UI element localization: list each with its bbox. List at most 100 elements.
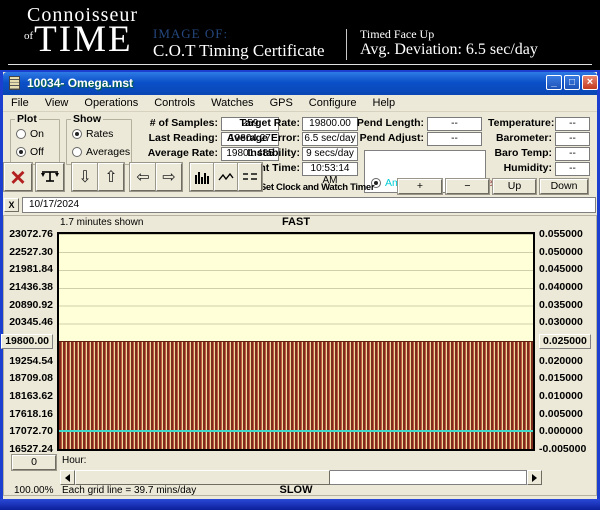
right-tick: 0.040000: [539, 281, 583, 293]
banner-divider: [346, 29, 347, 60]
left-tick: 19254.54: [9, 355, 53, 367]
menu-watches[interactable]: Watches: [203, 97, 261, 109]
menu-gps[interactable]: GPS: [262, 97, 301, 109]
baro-temp-value: --: [555, 147, 590, 161]
right-tick: 0.010000: [539, 390, 583, 402]
plot-on-label: On: [30, 128, 44, 140]
left-axis: 23072.76 22527.30 21981.84 21436.38 2089…: [6, 228, 53, 455]
hour-value-box: 0: [12, 455, 56, 470]
screen: Connoisseur of TIME IMAGE OF: C.O.T Timi…: [0, 0, 600, 510]
window-title: 10034- Omega.mst: [27, 76, 133, 90]
show-averages-radio-circle[interactable]: [72, 147, 82, 157]
menu-controls[interactable]: Controls: [146, 97, 203, 109]
target-rate-value: 19800.00: [302, 117, 358, 131]
window-border-bottom: [0, 499, 600, 510]
target-rate-tick-button[interactable]: 19800.00: [1, 334, 53, 349]
current-time-value: 10:53:14 AM: [302, 162, 358, 176]
banner-rule: [8, 64, 592, 65]
baro-temp-label: Baro Temp:: [488, 147, 552, 160]
line-view-button[interactable]: [214, 163, 238, 191]
minus-button[interactable]: −: [446, 179, 489, 194]
instability-label: Instability:: [226, 147, 300, 160]
menu-bar: File View Operations Controls Watches GP…: [3, 95, 597, 112]
scrollbar-right-button[interactable]: [527, 470, 542, 485]
right-tick: 0.050000: [539, 246, 583, 258]
show-rates-radio-circle[interactable]: [72, 129, 82, 139]
avg-deviation: Avg. Deviation: 6.5 sec/day: [360, 41, 538, 59]
right-tick: 0.000000: [539, 425, 583, 437]
left-tick: 21981.84: [9, 263, 53, 275]
dashes-view-button[interactable]: [238, 163, 262, 191]
humidity-value: --: [555, 162, 590, 176]
plot-off-radio-circle[interactable]: [16, 147, 26, 157]
barometer-label: Barometer:: [488, 132, 552, 145]
tab-close-button[interactable]: X: [4, 198, 19, 212]
chart-scrollbar-thumb[interactable]: [75, 470, 330, 485]
dashed-lines-icon: [242, 169, 258, 185]
logo-time-row: of TIME: [24, 22, 133, 58]
right-tick: 0.030000: [539, 316, 583, 328]
balance-button[interactable]: [36, 163, 64, 191]
left-tick: 23072.76: [9, 228, 53, 240]
zigzag-line-icon: [218, 169, 234, 185]
certificate-banner: Connoisseur of TIME IMAGE OF: C.O.T Timi…: [0, 0, 600, 70]
left-tick: 20890.92: [9, 299, 53, 311]
temperature-value: --: [555, 117, 590, 131]
balance-scale-icon: [40, 168, 60, 186]
left-tick: 18163.62: [9, 390, 53, 402]
histogram-view-button[interactable]: [190, 163, 214, 191]
image-of-label: IMAGE OF:: [153, 26, 228, 42]
right-tick: 0.015000: [539, 372, 583, 384]
plot-off-radio[interactable]: Off: [16, 146, 44, 158]
menu-file[interactable]: File: [3, 97, 37, 109]
menu-operations[interactable]: Operations: [76, 97, 146, 109]
target-amplitude-tick-button[interactable]: 0.025000: [539, 334, 591, 349]
faster-button[interactable]: ⇧: [98, 163, 124, 191]
fast-label: FAST: [57, 216, 535, 228]
plot-off-label: Off: [30, 146, 44, 158]
minimize-button[interactable]: _: [546, 75, 562, 90]
slower-button[interactable]: ⇩: [72, 163, 98, 191]
menu-help[interactable]: Help: [365, 97, 404, 109]
right-tick: 0.035000: [539, 299, 583, 311]
up-button[interactable]: Up: [493, 179, 536, 194]
barometer-value: --: [555, 132, 590, 146]
right-tick: -0.005000: [539, 443, 586, 455]
last-reading-label: Last Reading:: [130, 132, 218, 145]
rate-plot: [57, 232, 535, 451]
down-arrow-icon: ⇩: [78, 169, 91, 185]
histogram-icon: [194, 169, 210, 185]
scroll-forward-button[interactable]: ⇨: [156, 163, 182, 191]
app-icon: [9, 76, 20, 90]
left-tick: 20345.46: [9, 316, 53, 328]
left-tick: 17072.70: [9, 425, 53, 437]
samples-label: # of Samples:: [130, 117, 218, 130]
session-tab[interactable]: 10/17/2024: [22, 197, 596, 213]
scroll-back-button[interactable]: ⇦: [130, 163, 156, 191]
up-arrow-icon: ⇧: [104, 169, 117, 185]
show-rates-radio[interactable]: Rates: [72, 128, 113, 140]
left-tick: 16527.24: [9, 443, 53, 455]
plus-button[interactable]: +: [398, 179, 442, 194]
pend-length-value: --: [427, 117, 482, 131]
close-button[interactable]: ×: [582, 75, 598, 90]
right-tick: 0.045000: [539, 263, 583, 275]
left-arrow-icon: ⇦: [136, 169, 149, 185]
title-bar[interactable]: 10034- Omega.mst _ □ ×: [3, 72, 597, 95]
delete-button[interactable]: ×: [4, 163, 32, 191]
show-group: Show Rates Averages: [66, 119, 132, 165]
scrollbar-left-button[interactable]: [60, 470, 75, 485]
maximize-button[interactable]: □: [564, 75, 580, 90]
plot-on-radio[interactable]: On: [16, 128, 44, 140]
menu-view[interactable]: View: [37, 97, 77, 109]
average-error-label: Average Error:: [226, 132, 300, 145]
show-group-label: Show: [71, 113, 103, 125]
show-averages-radio[interactable]: Averages: [72, 146, 130, 158]
left-tick: 18709.08: [9, 372, 53, 384]
down-button[interactable]: Down: [540, 179, 588, 194]
plot-on-radio-circle[interactable]: [16, 129, 26, 139]
menu-configure[interactable]: Configure: [301, 97, 365, 109]
amplitude-line: [59, 430, 533, 432]
temperature-label: Temperature:: [488, 117, 552, 130]
red-x-icon: ×: [10, 164, 25, 190]
